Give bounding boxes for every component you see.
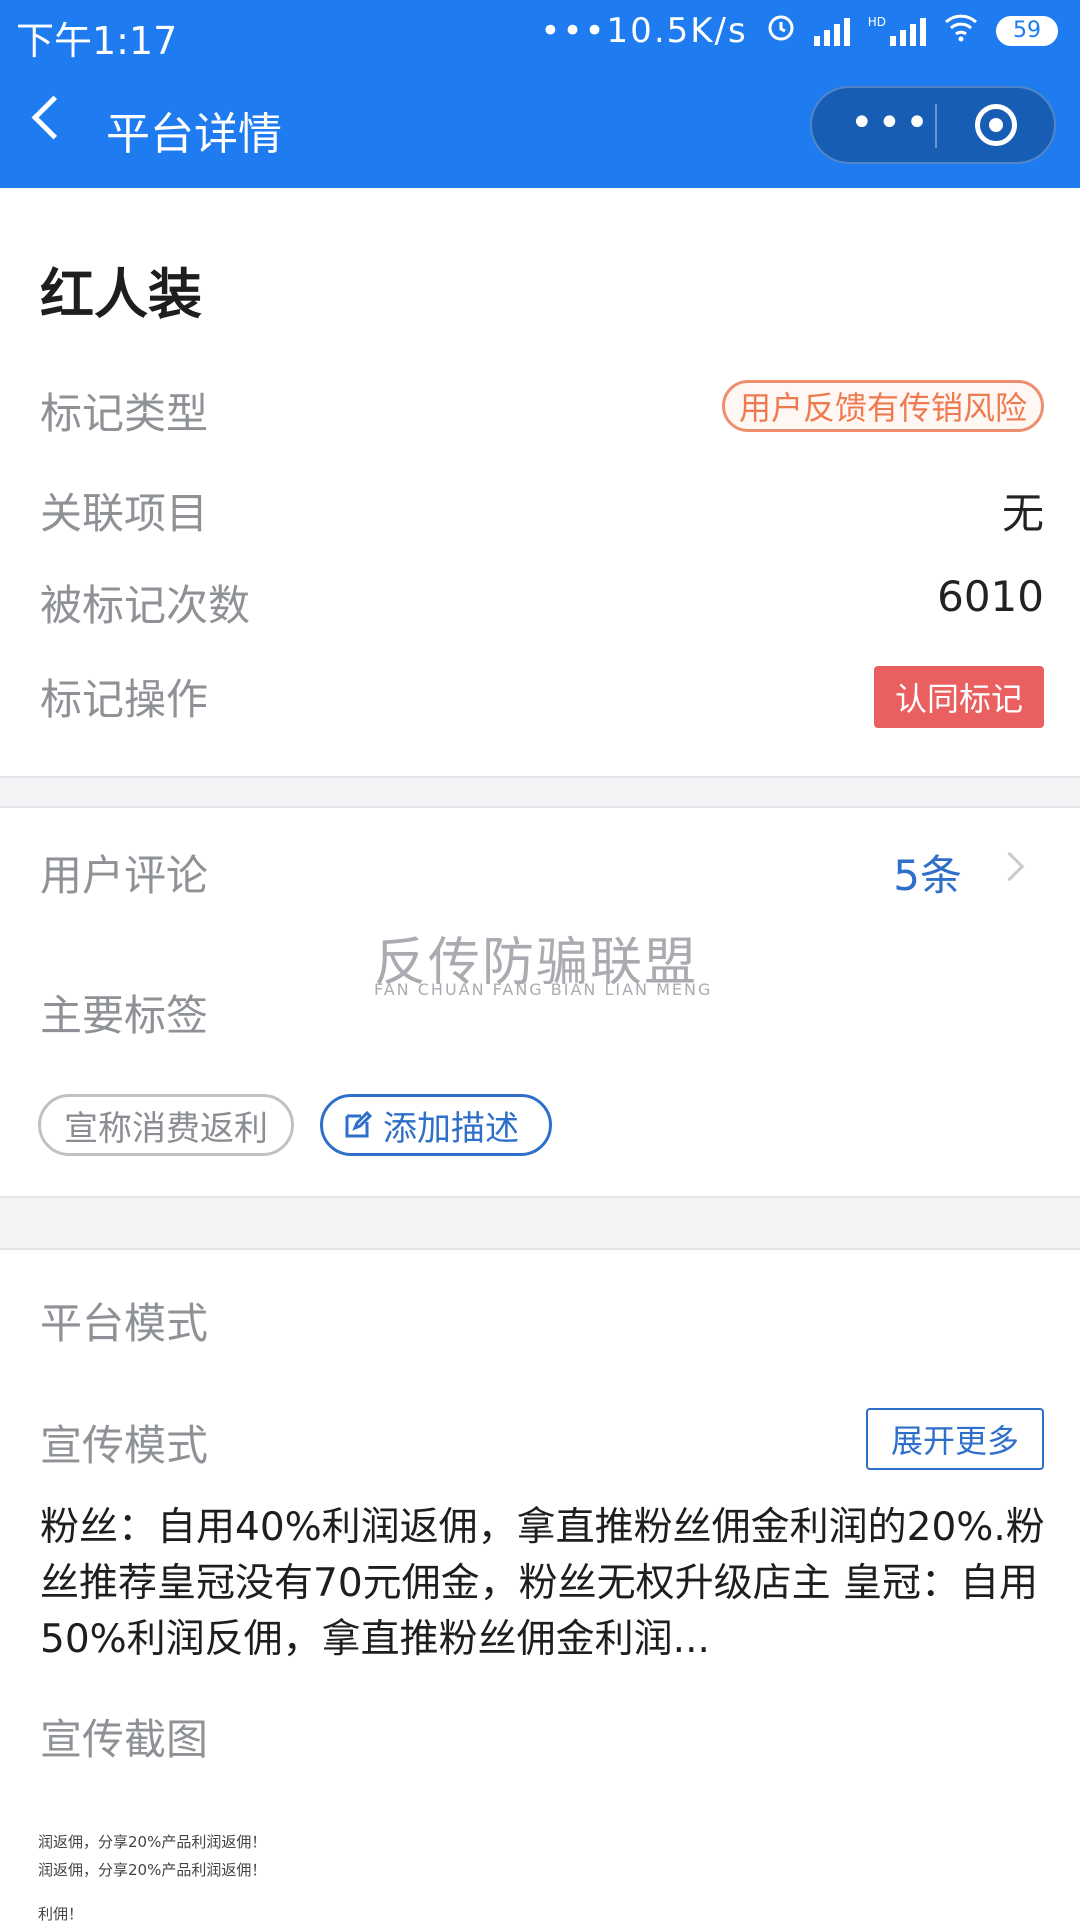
- promo-screenshot-preview[interactable]: 润返佣，分享20%产品利润返佣！ 润返佣，分享20%产品利润返佣！ 利佣！: [38, 1828, 266, 1928]
- agree-mark-button[interactable]: 认同标记: [874, 666, 1044, 728]
- mini-program-capsule: •••: [810, 86, 1056, 164]
- mark-type-label: 标记类型: [40, 389, 209, 438]
- comments-count-link[interactable]: 5条: [893, 842, 962, 903]
- screenshot-line: 利佣！: [38, 1905, 84, 1923]
- signal-icon: [813, 16, 850, 46]
- battery-icon: 59: [996, 15, 1058, 46]
- header-bar: 下午1:17 •••10.5K/s HD 59 平台详情 •••: [0, 0, 1080, 188]
- hd-signal-icon: HD: [868, 16, 926, 46]
- promo-screenshot-label: 宣传截图: [40, 1715, 209, 1764]
- close-target-icon[interactable]: [975, 104, 1017, 146]
- mark-action-label: 标记操作: [40, 675, 209, 724]
- capsule-divider: [935, 104, 937, 148]
- wifi-icon: [944, 10, 978, 51]
- mark-type-badge: 用户反馈有传销风险: [721, 380, 1044, 432]
- more-icon[interactable]: •••: [850, 100, 933, 146]
- chevron-right-icon[interactable]: [994, 851, 1025, 882]
- status-icons: •••10.5K/s HD 59: [540, 10, 1058, 51]
- add-description-label: 添加描述: [383, 1108, 519, 1149]
- watermark-en: FAN CHUAN FANG BIAN LIAN MENG: [374, 980, 713, 999]
- related-value: 无: [1001, 489, 1044, 538]
- platform-name: 红人装: [40, 263, 202, 326]
- screenshot-line: 润返佣，分享20%产品利润返佣！: [38, 1861, 267, 1879]
- related-label: 关联项目: [40, 489, 209, 538]
- tag-pill: 宣称消费返利: [38, 1094, 294, 1156]
- hd-label: HD: [867, 14, 886, 29]
- section-divider: [0, 776, 1080, 808]
- screenshot-line: 润返佣，分享20%产品利润返佣！: [38, 1833, 267, 1851]
- add-description-button[interactable]: 添加描述: [320, 1094, 552, 1156]
- back-icon[interactable]: [31, 95, 76, 140]
- alarm-icon: [766, 10, 796, 51]
- section-divider: [0, 1196, 1080, 1250]
- edit-icon: [345, 1110, 373, 1138]
- promo-mode-label: 宣传模式: [40, 1421, 209, 1470]
- platform-mode-label: 平台模式: [40, 1299, 209, 1348]
- marked-count-label: 被标记次数: [40, 581, 251, 630]
- status-time: 下午1:17: [16, 19, 178, 63]
- marked-count-value: 6010: [937, 572, 1044, 621]
- promo-mode-text: 粉丝：自用40%利润返佣，拿直推粉丝佣金利润的20%.粉丝推荐皇冠没有70元佣金…: [40, 1505, 1045, 1662]
- comments-label: 用户评论: [40, 851, 209, 900]
- net-speed: •••10.5K/s: [540, 10, 748, 51]
- page-title: 平台详情: [106, 109, 282, 160]
- tags-label: 主要标签: [40, 991, 209, 1040]
- expand-more-button[interactable]: 展开更多: [866, 1408, 1044, 1470]
